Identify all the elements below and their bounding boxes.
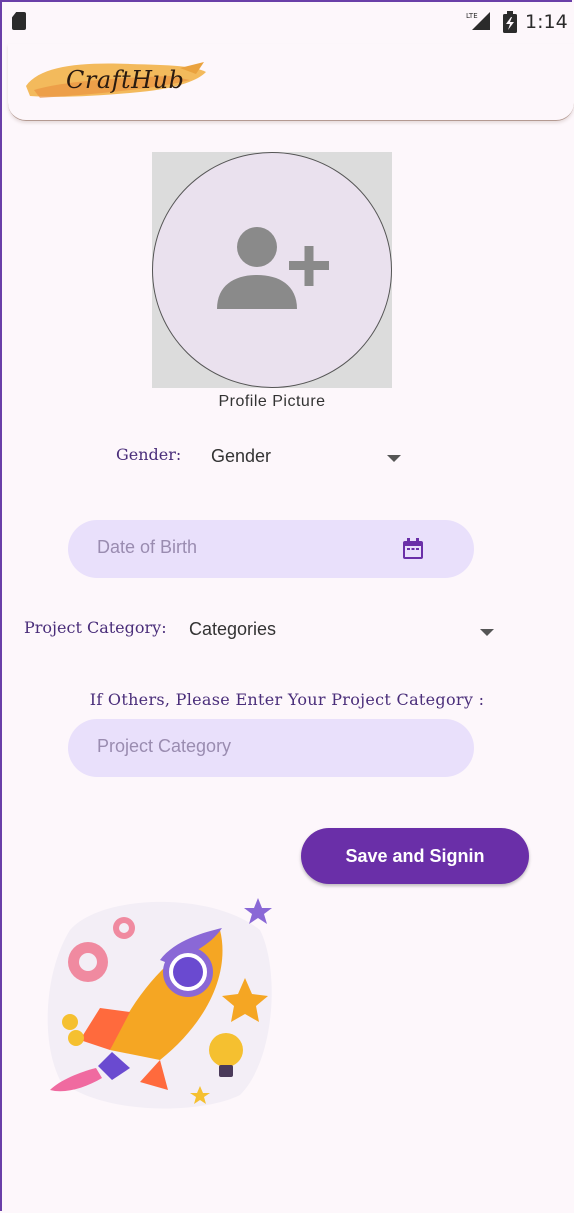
date-of-birth-field[interactable]: Date of Birth [68,520,474,578]
project-category-label: Project Category: [24,618,167,637]
project-category-dropdown[interactable]: Categories [189,619,495,645]
status-time: 1:14 [525,11,568,33]
signal-lte-icon: LTE [466,12,490,30]
app-logo[interactable]: CraftHub [20,52,210,104]
gender-selected-value: Gender [211,446,272,466]
network-label: LTE [466,12,478,20]
chevron-down-icon [480,629,494,636]
status-bar: LTE 1:14 [0,0,574,44]
rocket-illustration [47,898,272,1109]
other-category-prompt: If Others, Please Enter Your Project Cat… [89,690,485,709]
avatar[interactable] [152,152,392,388]
logo-text: CraftHub [66,66,185,94]
profile-picture-caption: Profile Picture [218,393,326,410]
profile-picture-picker[interactable] [152,152,392,388]
battery-charging-icon [503,11,517,33]
date-of-birth-placeholder: Date of Birth [97,537,198,557]
chevron-down-icon [387,455,401,462]
project-category-placeholder: Project Category [97,736,232,756]
gender-dropdown[interactable]: Gender [211,446,401,472]
save-and-signin-button[interactable]: Save and Signin [301,828,529,884]
sd-card-icon [12,12,26,30]
project-category-input[interactable]: Project Category [68,719,474,777]
calendar-icon[interactable] [402,538,424,560]
app-bar: CraftHub [8,44,574,121]
gender-label: Gender: [116,445,182,464]
add-user-icon [217,227,329,309]
category-selected-value: Categories [189,619,277,639]
